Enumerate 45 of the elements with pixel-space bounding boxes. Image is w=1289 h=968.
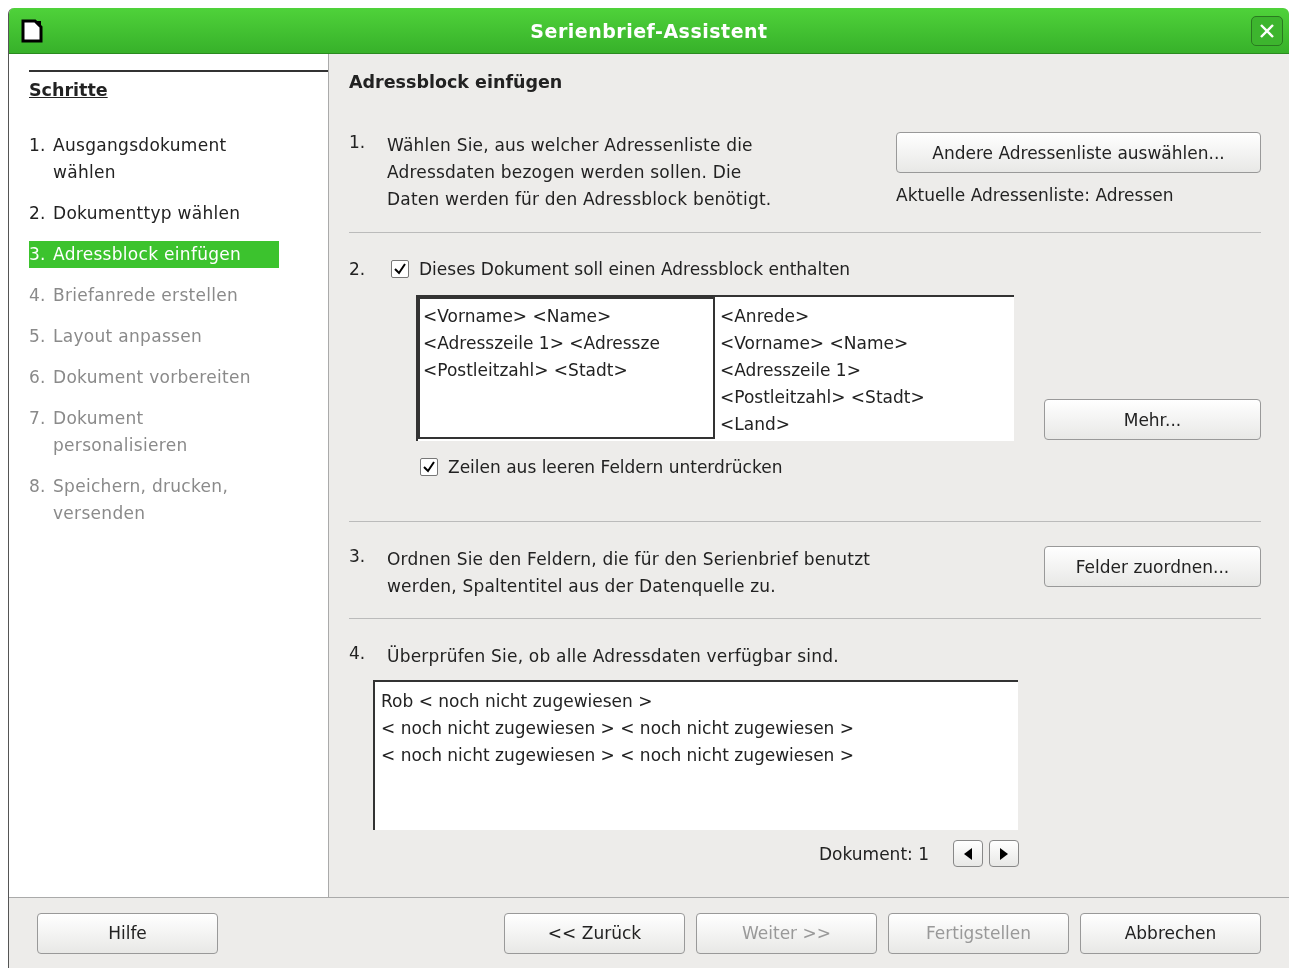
suppress-empty-checkbox[interactable]: Zeilen aus leeren Feldern unterdrücken — [420, 457, 1261, 477]
instruction-text: Überprüfen Sie, ob alle Adressdaten verfügbar sind. — [387, 644, 839, 668]
next-button[interactable] — [989, 840, 1019, 867]
document-icon — [21, 18, 43, 43]
instruction-text: Wählen Sie, aus welcher Adressenliste die Adressdaten bezogen werden sollen. Die Daten werden für den Adressblock benötigt. — [387, 134, 773, 211]
address-block-checkbox[interactable]: Dieses Dokument soll einen Adressblock enthalten — [391, 259, 851, 279]
more-button[interactable]: Mehr... — [1044, 399, 1261, 440]
preview-line: < noch nicht zugewiesen > < noch nicht zugewiesen > — [381, 717, 856, 740]
sidebar-title: Schritte — [29, 70, 328, 100]
instruction-text: Ordnen Sie den Feldern, die für den Serienbrief benutzt werden, Spaltentitel aus der Datenquelle zu. — [387, 548, 872, 598]
layout-line: <Adresszeile 1> <Adressze — [423, 332, 660, 355]
preview-line: < noch nicht zugewiesen > < noch nicht zugewiesen > — [381, 744, 856, 767]
step-number: 1. — [349, 132, 367, 152]
checkbox[interactable] — [420, 458, 438, 476]
address-layout-option[interactable]: <Anrede> <Vorname> <Name> <Adresszeile 1> <Postleitzahl> <Stadt> <Land> — [715, 297, 1011, 441]
page-heading: Adressblock einfügen — [349, 72, 564, 94]
right-triangle-icon — [999, 847, 1009, 860]
previous-button[interactable] — [953, 840, 983, 867]
assign-fields-button[interactable]: Felder zuordnen... — [1044, 546, 1261, 587]
close-button[interactable] — [1251, 15, 1283, 46]
left-triangle-icon — [963, 847, 973, 860]
step-number: 4. — [349, 643, 367, 663]
layout-line: <Anrede> — [720, 305, 810, 328]
layout-line: <Adresszeile 1> — [720, 359, 861, 382]
step-number: 3. — [349, 546, 367, 566]
layout-line: <Postleitzahl> <Stadt> — [423, 359, 628, 382]
checkbox[interactable] — [391, 260, 409, 278]
checkmark-icon — [393, 262, 407, 276]
dialog-button[interactable]: Abbrechen — [1080, 912, 1261, 954]
address-layout-option[interactable]: <Vorname> <Name> <Adresszeile 1> <Adressze <Postleitzahl> <Stadt> — [418, 297, 715, 439]
window-title: Serienbrief-Assistent — [530, 19, 768, 42]
dialog-button[interactable]: << Zurück — [504, 912, 685, 954]
checkmark-icon — [422, 460, 436, 474]
document-counter: Dokument: 1 — [819, 843, 929, 864]
step-item[interactable]: 1. Ausgangsdokument wählen — [29, 132, 283, 186]
step-number: 2. — [349, 259, 367, 279]
layout-line: <Vorname> <Name> — [423, 305, 612, 328]
choose-list-button[interactable]: Andere Adressenliste auswählen... — [896, 132, 1261, 173]
current-list-label: Aktuelle Adressenliste: Adressen — [896, 185, 1175, 205]
layout-line: <Postleitzahl> <Stadt> — [720, 386, 925, 409]
layout-line: <Vorname> <Name> — [720, 332, 909, 355]
layout-line: <Land> — [720, 413, 790, 436]
preview-line: Rob < noch nicht zugewiesen > — [381, 690, 654, 713]
dialog-button[interactable]: Hilfe — [37, 912, 218, 954]
step-item[interactable]: 2. Dokumenttyp wählen — [29, 200, 283, 227]
